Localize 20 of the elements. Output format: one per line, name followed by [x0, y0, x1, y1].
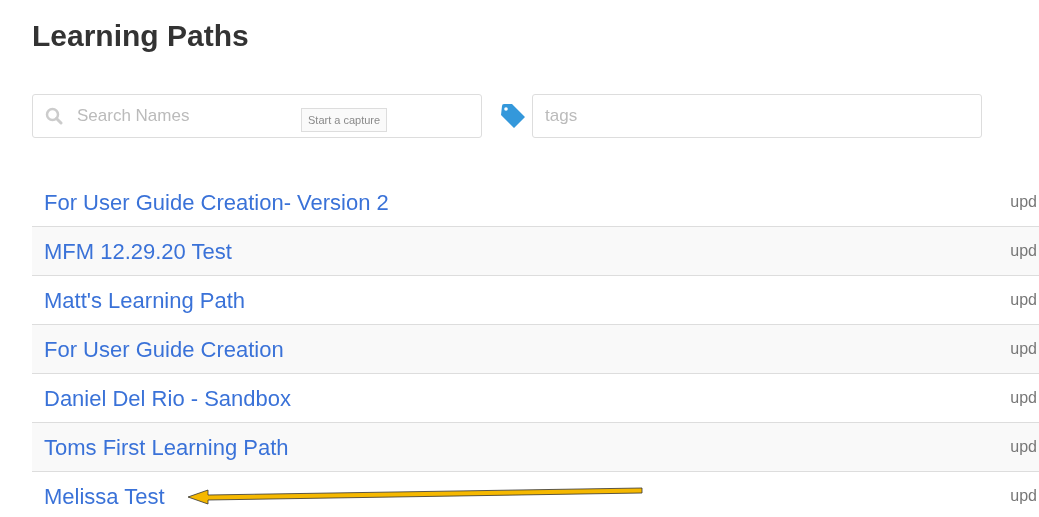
- learning-path-link[interactable]: For User Guide Creation: [44, 332, 284, 366]
- learning-path-link[interactable]: Toms First Learning Path: [44, 430, 289, 464]
- updated-label: upd: [1010, 486, 1037, 506]
- tags-field[interactable]: tags: [532, 94, 982, 138]
- page-title: Learning Paths: [32, 18, 250, 54]
- updated-label: upd: [1010, 290, 1037, 310]
- updated-label: upd: [1010, 388, 1037, 408]
- updated-label: upd: [1010, 339, 1037, 359]
- updated-label: upd: [1010, 241, 1037, 261]
- learning-path-link[interactable]: Daniel Del Rio - Sandbox: [44, 381, 292, 415]
- capture-button[interactable]: Start a capture: [301, 108, 388, 132]
- tag-icon: [500, 103, 526, 129]
- search-field[interactable]: Search Names Start a capture: [32, 94, 482, 138]
- learning-path-link[interactable]: For User Guide Creation- Version 2: [44, 185, 389, 219]
- learning-path-link[interactable]: Melissa Test: [44, 479, 165, 513]
- updated-label: upd: [1010, 437, 1037, 457]
- learning-path-link[interactable]: MFM 12.29.20 Test: [44, 234, 232, 268]
- learning-path-link[interactable]: Matt's Learning Path: [44, 283, 246, 317]
- updated-label: upd: [1010, 192, 1037, 212]
- search-icon: [45, 107, 63, 125]
